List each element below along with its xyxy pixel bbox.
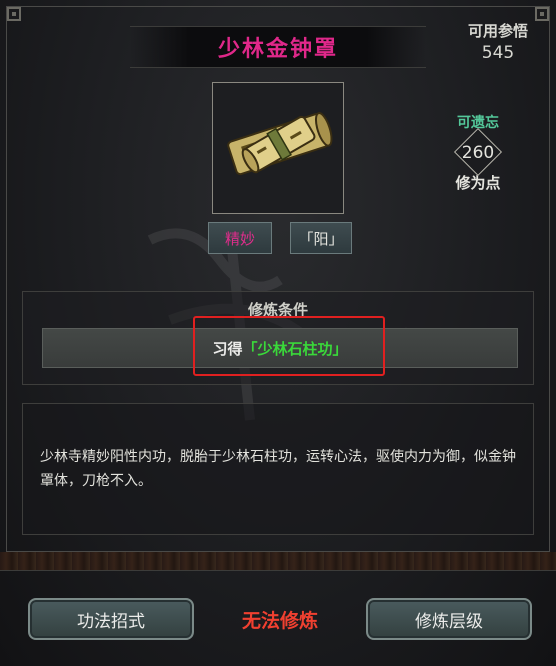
forgettable-diamond: 260 [446,127,510,177]
highlight-box [193,316,385,376]
available-insight-value: 545 [481,43,515,63]
skill-detail-panel: 少林金钟罩 可用参悟 545 可遗忘 260 修为点 精妙 「阳」 修炼条件 习… [0,0,556,666]
skill-description: 少林寺精妙阳性内功，脱胎于少林石柱功，运转心法，驱使内力为御，似金钟罩体，刀枪不… [40,449,516,489]
tag-attribute: 「阳」 [290,222,352,254]
divider-line [0,570,556,571]
forgettable-points: 可遗忘 260 修为点 [440,112,516,193]
forgettable-value: 260 [461,143,495,163]
scroll-bundle-icon [227,112,333,176]
tag-quality: 精妙 [208,222,272,254]
frame-corner-decoration [535,7,549,21]
skill-moves-button[interactable]: 功法招式 [28,598,194,640]
available-insight: 可用参悟 545 [456,20,540,63]
cultivation-level-button[interactable]: 修炼层级 [366,598,532,640]
cultivate-status: 无法修炼 [241,610,318,632]
skill-icon-box [212,82,344,214]
divider-strip [0,552,556,570]
skill-title-bar: 少林金钟罩 [130,26,426,68]
available-insight-label: 可用参悟 [467,22,528,40]
frame-corner-decoration [7,7,21,21]
skill-title: 少林金钟罩 [217,37,338,62]
